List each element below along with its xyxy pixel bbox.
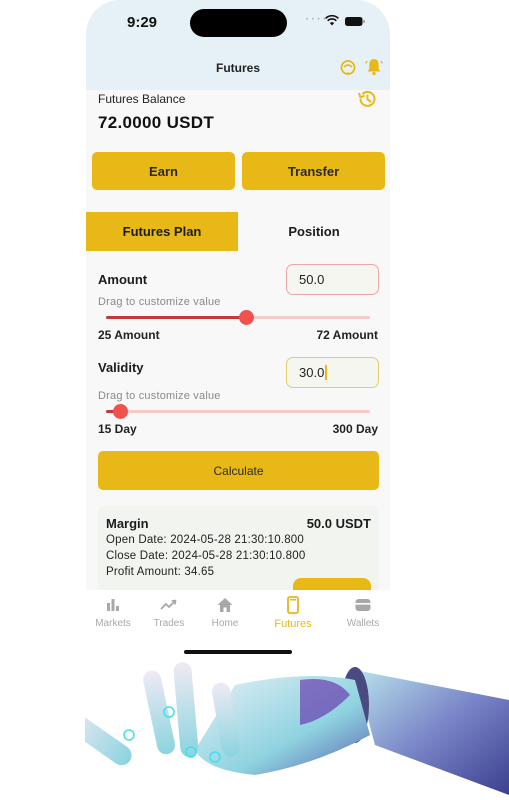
nav-home[interactable]: Home bbox=[195, 596, 255, 629]
amount-label: Amount bbox=[98, 272, 148, 287]
amount-input[interactable]: 50.0 bbox=[286, 264, 379, 295]
calculate-button[interactable]: Calculate bbox=[98, 451, 379, 490]
notification-bell-icon[interactable] bbox=[365, 57, 383, 76]
nav-futures[interactable]: Futures bbox=[263, 596, 323, 630]
validity-slider-thumb[interactable] bbox=[112, 404, 128, 419]
robot-hand-illustration bbox=[85, 662, 509, 795]
tab-futures-plan[interactable]: Futures Plan bbox=[86, 212, 238, 251]
margin-value: 50.0 USDT bbox=[306, 516, 371, 531]
nav-futures-label: Futures bbox=[274, 618, 312, 630]
text-caret bbox=[325, 365, 327, 380]
home-indicator bbox=[184, 650, 292, 654]
open-date: Open Date: 2024-05-28 21:30:10.800 bbox=[106, 534, 304, 546]
nav-trades[interactable]: Trades bbox=[139, 596, 199, 629]
wallet-icon bbox=[355, 599, 371, 611]
close-date: Close Date: 2024-05-28 21:30:10.800 bbox=[106, 550, 306, 562]
validity-input-value: 30.0 bbox=[299, 365, 325, 380]
validity-max-label: 300 Day bbox=[332, 422, 378, 436]
phone-icon bbox=[287, 596, 299, 614]
validity-input[interactable]: 30.0 bbox=[286, 357, 379, 388]
amount-hint: Drag to customize value bbox=[98, 296, 221, 308]
status-bar: 9:29 • • • • bbox=[86, 0, 390, 44]
history-icon[interactable] bbox=[356, 88, 378, 110]
nav-wallets-label: Wallets bbox=[346, 618, 380, 629]
validity-hint: Drag to customize value bbox=[98, 390, 221, 402]
validity-min-label: 15 Day bbox=[98, 422, 137, 436]
home-icon bbox=[217, 598, 233, 612]
phone-screen: 9:29 • • • • Futures Futures Balance 72.… bbox=[86, 0, 390, 640]
amount-min-label: 25 Amount bbox=[98, 328, 160, 342]
profit-amount: Profit Amount: 34.65 bbox=[106, 566, 215, 578]
trend-icon bbox=[160, 599, 177, 610]
nav-markets-label: Markets bbox=[95, 618, 131, 629]
amount-max-label: 72 Amount bbox=[316, 328, 378, 342]
battery-icon bbox=[345, 17, 365, 26]
tab-position[interactable]: Position bbox=[238, 212, 390, 251]
amount-slider-fill bbox=[106, 316, 247, 319]
validity-label: Validity bbox=[98, 360, 144, 375]
validity-slider[interactable] bbox=[106, 404, 370, 419]
status-time: 9:29 bbox=[127, 14, 158, 31]
transfer-button[interactable]: Transfer bbox=[242, 152, 385, 190]
margin-title: Margin bbox=[106, 516, 149, 531]
nav-markets[interactable]: Markets bbox=[86, 596, 143, 629]
balance-label: Futures Balance bbox=[98, 92, 186, 106]
wifi-icon bbox=[325, 15, 339, 26]
amount-slider[interactable] bbox=[106, 310, 370, 325]
earn-button[interactable]: Earn bbox=[92, 152, 235, 190]
nav-home-label: Home bbox=[211, 618, 239, 629]
amount-slider-thumb[interactable] bbox=[239, 310, 255, 325]
app-header: Futures bbox=[86, 44, 390, 90]
amount-input-value: 50.0 bbox=[299, 272, 325, 287]
customer-support-icon[interactable] bbox=[339, 58, 357, 76]
nav-wallets[interactable]: Wallets bbox=[333, 596, 390, 629]
balance-value: 72.0000 USDT bbox=[98, 113, 215, 132]
dynamic-island bbox=[190, 9, 287, 37]
bottom-navigation: Markets Trades Home Futures Wallets bbox=[86, 590, 390, 640]
bar-chart-icon bbox=[107, 599, 119, 611]
signal-dots-icon: • • • • bbox=[306, 17, 327, 23]
nav-trades-label: Trades bbox=[153, 618, 185, 629]
